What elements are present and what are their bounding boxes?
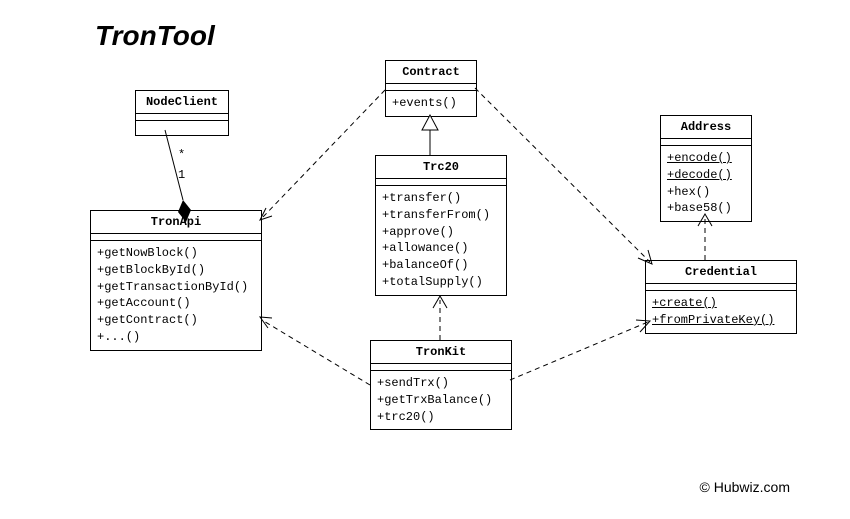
class-body: +sendTrx() +getTrxBalance() +trc20() xyxy=(371,371,511,429)
method: +create() xyxy=(652,295,790,312)
method: +fromPrivateKey() xyxy=(652,312,790,329)
diagram-title: TronTool xyxy=(95,20,215,52)
method: +events() xyxy=(392,95,470,112)
method: +decode() xyxy=(667,167,745,184)
class-attr-empty xyxy=(136,114,228,121)
class-attr-empty xyxy=(646,284,796,291)
class-tronapi: TronApi +getNowBlock() +getBlockById() +… xyxy=(90,210,262,351)
method: +getTransactionById() xyxy=(97,279,255,296)
class-nodeclient: NodeClient xyxy=(135,90,229,136)
method: +transfer() xyxy=(382,190,500,207)
method: +encode() xyxy=(667,150,745,167)
class-name: Contract xyxy=(386,61,476,84)
rel-tronkit-credential xyxy=(510,320,650,380)
method: +hex() xyxy=(667,184,745,201)
class-attr-empty xyxy=(661,139,751,146)
class-attr-empty xyxy=(91,234,261,241)
method: +totalSupply() xyxy=(382,274,500,291)
class-attr-empty xyxy=(386,84,476,91)
class-name: Address xyxy=(661,116,751,139)
class-body: +create() +fromPrivateKey() xyxy=(646,291,796,333)
method: +trc20() xyxy=(377,409,505,426)
class-tronkit: TronKit +sendTrx() +getTrxBalance() +trc… xyxy=(370,340,512,430)
class-trc20: Trc20 +transfer() +transferFrom() +appro… xyxy=(375,155,507,296)
rel-trc20-contract xyxy=(422,115,438,155)
rel-contract-tronapi xyxy=(260,90,385,220)
class-contract: Contract +events() xyxy=(385,60,477,117)
class-name: TronApi xyxy=(91,211,261,234)
method: +getContract() xyxy=(97,312,255,329)
method: +getBlockById() xyxy=(97,262,255,279)
class-body: +getNowBlock() +getBlockById() +getTrans… xyxy=(91,241,261,350)
method: +getTrxBalance() xyxy=(377,392,505,409)
class-name: Credential xyxy=(646,261,796,284)
class-body: +events() xyxy=(386,91,476,116)
class-body: +transfer() +transferFrom() +approve() +… xyxy=(376,186,506,295)
method: +approve() xyxy=(382,224,500,241)
multiplicity-parent: * xyxy=(178,148,185,162)
multiplicity-child: 1 xyxy=(178,168,185,182)
class-body xyxy=(136,121,228,135)
class-attr-empty xyxy=(371,364,511,371)
class-body: +encode() +decode() +hex() +base58() xyxy=(661,146,751,221)
method: +balanceOf() xyxy=(382,257,500,274)
class-attr-empty xyxy=(376,179,506,186)
method: +getAccount() xyxy=(97,295,255,312)
method: +transferFrom() xyxy=(382,207,500,224)
class-name: NodeClient xyxy=(136,91,228,114)
method: +getNowBlock() xyxy=(97,245,255,262)
method: +allowance() xyxy=(382,240,500,257)
class-credential: Credential +create() +fromPrivateKey() xyxy=(645,260,797,334)
credit-text: © Hubwiz.com xyxy=(700,479,790,495)
class-name: TronKit xyxy=(371,341,511,364)
class-address: Address +encode() +decode() +hex() +base… xyxy=(660,115,752,222)
class-name: Trc20 xyxy=(376,156,506,179)
rel-tronkit-trc20 xyxy=(433,296,447,340)
rel-tronkit-tronapi xyxy=(260,317,370,385)
method: +...() xyxy=(97,329,255,346)
method: +sendTrx() xyxy=(377,375,505,392)
method: +base58() xyxy=(667,200,745,217)
